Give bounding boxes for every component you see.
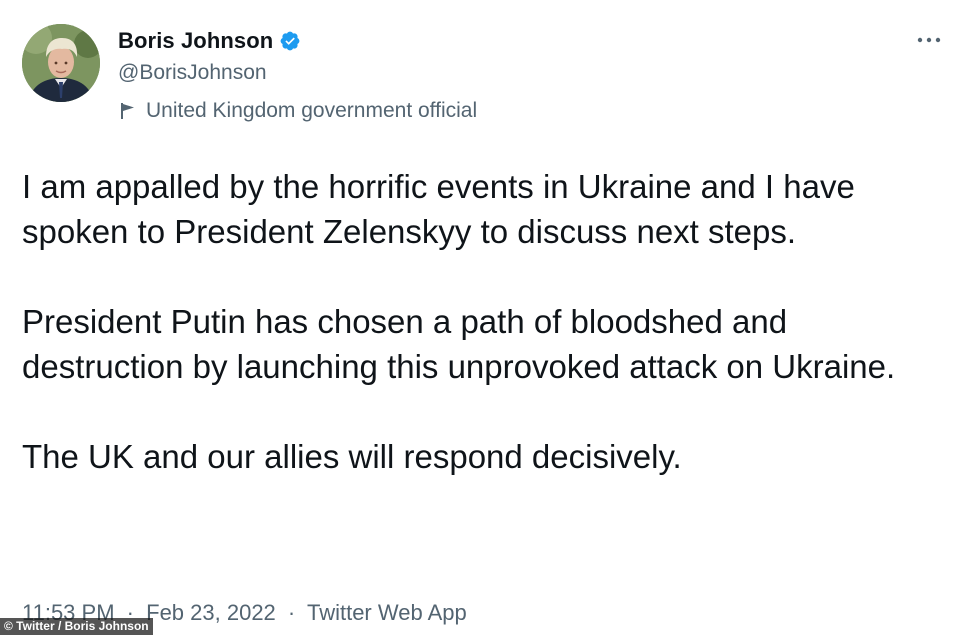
image-credit-caption: © Twitter / Boris Johnson xyxy=(0,618,153,635)
verified-badge-icon xyxy=(279,30,301,52)
author-handle[interactable]: @BorisJohnson xyxy=(118,61,267,85)
government-label: United Kingdom government official xyxy=(120,99,477,123)
tweet-card: Boris Johnson @BorisJohnson United Kingd… xyxy=(0,0,961,635)
tweet-text: I am appalled by the horrific events in … xyxy=(22,164,927,479)
tweet-date-link[interactable]: Feb 23, 2022 xyxy=(146,600,276,625)
flag-icon xyxy=(120,102,136,120)
tweet-paragraph: President Putin has chosen a path of blo… xyxy=(22,303,896,385)
avatar-image xyxy=(22,24,100,102)
tweet-paragraph: The UK and our allies will respond decis… xyxy=(22,438,682,475)
author-name-row: Boris Johnson xyxy=(118,28,301,54)
avatar[interactable] xyxy=(22,24,100,102)
tweet-source-link[interactable]: Twitter Web App xyxy=(307,600,467,625)
separator: · xyxy=(287,600,296,625)
more-options-icon xyxy=(917,37,941,43)
more-options-button[interactable] xyxy=(912,28,946,52)
government-label-text: United Kingdom government official xyxy=(146,99,478,122)
author-display-name[interactable]: Boris Johnson xyxy=(118,28,273,54)
tweet-paragraph: I am appalled by the horrific events in … xyxy=(22,168,855,250)
